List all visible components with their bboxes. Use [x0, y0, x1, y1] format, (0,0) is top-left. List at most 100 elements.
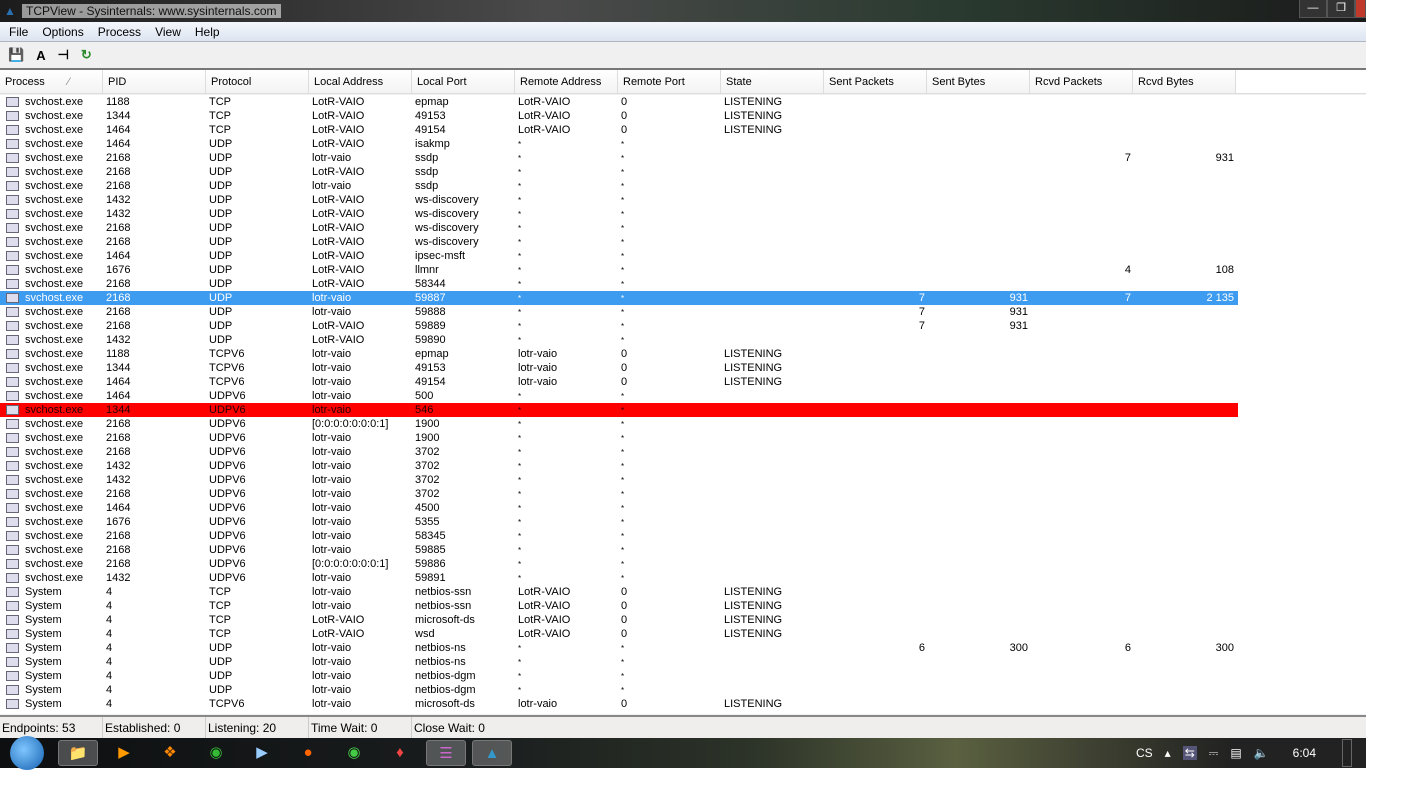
clock[interactable]: 6:04 — [1293, 746, 1316, 760]
column-header-remote-port[interactable]: Remote Port — [618, 70, 721, 93]
table-row[interactable]: svchost.exe 1188 TCPV6 lotr-vaio epmap lotr-v… — [0, 347, 1238, 361]
table-row[interactable]: svchost.exe 2168 UDP lotr-vaio 59887 * * 7 931 7 2… — [0, 291, 1238, 305]
cell-text: LotR-VAIO — [312, 110, 365, 122]
table-row[interactable]: System 4 UDP lotr-vaio netbios-dgm * * — [0, 683, 1238, 697]
column-header-protocol[interactable]: Protocol — [206, 70, 309, 93]
table-row[interactable]: svchost.exe 2168 UDP LotR-VAIO 58344 * * — [0, 277, 1238, 291]
column-header-rcvd-packets[interactable]: Rcvd Packets — [1030, 70, 1133, 93]
cell-text: LotR-VAIO — [312, 614, 365, 626]
table-row[interactable]: svchost.exe 2168 UDPV6 [0:0:0:0:0:0:0:1] 190… — [0, 417, 1238, 431]
table-row[interactable]: svchost.exe 2168 UDP LotR-VAIO ws-discovery *… — [0, 221, 1238, 235]
menu-options[interactable]: Options — [35, 25, 90, 39]
connections-list[interactable]: svchost.exe 1188 TCP LotR-VAIO epmap LotR-VAI… — [0, 95, 1366, 714]
taskbar-utorrent[interactable]: ◉ — [196, 740, 236, 766]
table-row[interactable]: svchost.exe 1464 TCPV6 lotr-vaio 49154 lotr-v… — [0, 375, 1238, 389]
table-row[interactable]: svchost.exe 2168 UDP LotR-VAIO 59889 * * 7 931 — [0, 319, 1238, 333]
process-icon — [6, 475, 19, 485]
table-row[interactable]: System 4 UDP lotr-vaio netbios-ns * * 6 300 6 300 — [0, 641, 1238, 655]
table-row[interactable]: svchost.exe 2168 UDP lotr-vaio 59888 * * 7 931 — [0, 305, 1238, 319]
table-row[interactable]: svchost.exe 1432 UDPV6 lotr-vaio 59891 * * — [0, 571, 1238, 585]
table-row[interactable]: svchost.exe 1464 UDPV6 lotr-vaio 4500 * * — [0, 501, 1238, 515]
table-row[interactable]: svchost.exe 1464 UDPV6 lotr-vaio 500 * * — [0, 389, 1238, 403]
resolve-addresses-icon[interactable]: ⊣ — [58, 47, 69, 63]
table-row[interactable]: svchost.exe 2168 UDP LotR-VAIO ws-discovery *… — [0, 235, 1238, 249]
taskbar-media-app[interactable]: ▶ — [242, 740, 282, 766]
network-icon[interactable]: ▤ — [1230, 746, 1241, 760]
taskbar-media-player[interactable]: ▶ — [104, 740, 144, 766]
cell-process: System — [0, 585, 103, 599]
taskbar-media-center[interactable]: ❖ — [150, 740, 190, 766]
taskbar-tcpview[interactable]: ▲ — [472, 740, 512, 766]
table-row[interactable]: System 4 TCP lotr-vaio netbios-ssn LotR-VAIO 0… — [0, 599, 1238, 613]
language-indicator[interactable]: CS — [1136, 746, 1153, 760]
table-row[interactable]: svchost.exe 1432 UDP LotR-VAIO ws-discovery *… — [0, 193, 1238, 207]
table-row[interactable]: svchost.exe 1432 UDPV6 lotr-vaio 3702 * * — [0, 459, 1238, 473]
column-header-local-address[interactable]: Local Address — [309, 70, 412, 93]
menu-process[interactable]: Process — [91, 25, 148, 39]
table-row[interactable]: svchost.exe 2168 UDP lotr-vaio ssdp * * — [0, 179, 1238, 193]
menu-view[interactable]: View — [148, 25, 188, 39]
column-header-process[interactable]: Process ⁄ — [0, 70, 103, 93]
table-row[interactable]: svchost.exe 2168 UDPV6 lotr-vaio 58345 * * — [0, 529, 1238, 543]
table-row[interactable]: svchost.exe 2168 UDPV6 lotr-vaio 3702 * * — [0, 487, 1238, 501]
table-row[interactable]: svchost.exe 1188 TCP LotR-VAIO epmap LotR-VAI… — [0, 95, 1238, 109]
taskbar-explorer[interactable]: 📁 — [58, 740, 98, 766]
column-header-pid[interactable]: PID — [103, 70, 206, 93]
minimize-button[interactable]: — — [1299, 0, 1327, 18]
font-icon[interactable]: A — [36, 48, 45, 63]
restore-button[interactable]: ❐ — [1327, 0, 1355, 18]
column-header-rcvd-bytes[interactable]: Rcvd Bytes — [1133, 70, 1236, 93]
save-icon[interactable]: 💾 — [8, 47, 24, 63]
show-desktop-button[interactable] — [1342, 739, 1352, 767]
taskbar: 📁 ▶ ❖ ◉ ▶ ● ◉ ♦ ☰ ▲ CS ▴ ⇆ ⎓ ▤ 🔈 6:04 — [0, 736, 1366, 770]
cell-rcvd-packets — [1030, 123, 1133, 137]
table-row[interactable]: System 4 UDP lotr-vaio netbios-dgm * * — [0, 669, 1238, 683]
table-row[interactable]: System 4 TCPV6 lotr-vaio microsoft-ds lotr-va… — [0, 697, 1238, 711]
table-row[interactable]: svchost.exe 1464 TCP LotR-VAIO 49154 LotR-VAI… — [0, 123, 1238, 137]
table-row[interactable]: svchost.exe 1344 TCP LotR-VAIO 49153 LotR-VAI… — [0, 109, 1238, 123]
network-activity-icon[interactable]: ⇆ — [1182, 746, 1197, 760]
table-row[interactable]: svchost.exe 1432 UDP LotR-VAIO 59890 * * — [0, 333, 1238, 347]
column-header-local-port[interactable]: Local Port — [412, 70, 515, 93]
table-row[interactable]: svchost.exe 1432 UDP LotR-VAIO ws-discovery *… — [0, 207, 1238, 221]
show-hidden-icons-icon[interactable]: ▴ — [1165, 746, 1171, 760]
process-icon — [6, 559, 19, 569]
menu-help[interactable]: Help — [188, 25, 227, 39]
cell-local-address: lotr-vaio — [309, 389, 412, 403]
taskbar-winrar[interactable]: ☰ — [426, 740, 466, 766]
cell-text: svchost.exe — [25, 250, 84, 262]
table-row[interactable]: svchost.exe 1432 UDPV6 lotr-vaio 3702 * * — [0, 473, 1238, 487]
cell-state — [721, 683, 824, 697]
start-button[interactable] — [10, 736, 44, 770]
table-row[interactable]: svchost.exe 1676 UDPV6 lotr-vaio 5355 * * — [0, 515, 1238, 529]
table-row[interactable]: svchost.exe 2168 UDP lotr-vaio ssdp * * 7 931 — [0, 151, 1238, 165]
menu-file[interactable]: File — [2, 25, 35, 39]
cell-text: LISTENING — [724, 586, 783, 598]
table-row[interactable]: System 4 TCP LotR-VAIO wsd LotR-VAIO 0 LISTENIN… — [0, 627, 1238, 641]
cell-remote-address: LotR-VAIO — [515, 627, 618, 641]
column-header-sent-bytes[interactable]: Sent Bytes — [927, 70, 1030, 93]
table-row[interactable]: svchost.exe 2168 UDPV6 lotr-vaio 3702 * * — [0, 445, 1238, 459]
table-row[interactable]: svchost.exe 1464 UDP LotR-VAIO isakmp * * — [0, 137, 1238, 151]
taskbar-chrome[interactable]: ◉ — [334, 740, 374, 766]
column-header-sent-packets[interactable]: Sent Packets — [824, 70, 927, 93]
column-header-state[interactable]: State — [721, 70, 824, 93]
refresh-icon[interactable]: ↻ — [81, 47, 92, 63]
column-header-remote-address[interactable]: Remote Address — [515, 70, 618, 93]
table-row[interactable]: svchost.exe 1344 TCPV6 lotr-vaio 49153 lotr-v… — [0, 361, 1238, 375]
volume-icon[interactable]: 🔈 — [1254, 746, 1269, 760]
table-row[interactable]: svchost.exe 1344 UDPV6 lotr-vaio 546 * * — [0, 403, 1238, 417]
power-icon[interactable]: ⎓ — [1209, 746, 1219, 761]
table-row[interactable]: svchost.exe 1676 UDP LotR-VAIO llmnr * * 4 108 — [0, 263, 1238, 277]
table-row[interactable]: svchost.exe 2168 UDPV6 [0:0:0:0:0:0:0:1] 598… — [0, 557, 1238, 571]
table-row[interactable]: svchost.exe 2168 UDPV6 lotr-vaio 1900 * * — [0, 431, 1238, 445]
table-row[interactable]: System 4 UDP lotr-vaio netbios-ns * * — [0, 655, 1238, 669]
table-row[interactable]: svchost.exe 2168 UDPV6 lotr-vaio 59885 * * — [0, 543, 1238, 557]
taskbar-firefox[interactable]: ● — [288, 740, 328, 766]
table-row[interactable]: svchost.exe 1464 UDP LotR-VAIO ipsec-msft * * — [0, 249, 1238, 263]
taskbar-app[interactable]: ♦ — [380, 740, 420, 766]
table-row[interactable]: System 4 TCP LotR-VAIO microsoft-ds LotR-VAIO… — [0, 613, 1238, 627]
table-row[interactable]: svchost.exe 2168 UDP LotR-VAIO ssdp * * — [0, 165, 1238, 179]
table-row[interactable]: System 4 TCP lotr-vaio netbios-ssn LotR-VAIO 0… — [0, 585, 1238, 599]
close-button[interactable] — [1355, 0, 1366, 18]
